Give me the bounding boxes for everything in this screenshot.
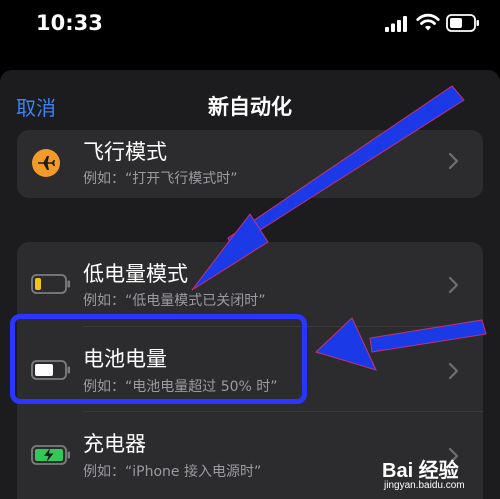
battery-icon: [31, 360, 70, 380]
baidu-jingyan-watermark: Bai 经验 jingyan.baidu.com: [380, 452, 496, 497]
status-bar: 10:33: [0, 0, 500, 52]
row-title: 充电器: [83, 432, 146, 456]
page-title: 新自动化: [208, 95, 292, 119]
list-item-low-power-mode[interactable]: 低电量模式 例如：“低电量模式已关闭时”: [17, 242, 483, 327]
row-title: 低电量模式: [83, 262, 188, 286]
row-subtitle: 例如：“电池电量超过 50% 时”: [83, 379, 278, 395]
wifi-icon: [416, 13, 440, 31]
chevron-right-icon: [448, 362, 459, 380]
row-title: 飞行模式: [83, 140, 167, 164]
cancel-button[interactable]: 取消: [16, 92, 56, 121]
row-subtitle: 例如：“iPhone 接入电源时”: [83, 464, 262, 480]
watermark-brand: Bai 经验: [382, 460, 459, 482]
low-battery-icon: [31, 274, 70, 294]
new-automation-sheet: 新自动化 取消 飞行模式 例如：“打开飞行模式时” 低电量模式 例如：“低电量模…: [0, 70, 500, 499]
battery-status-icon: [446, 14, 479, 32]
list-item-battery-level[interactable]: 电池电量 例如：“电池电量超过 50% 时”: [17, 327, 483, 412]
row-title: 电池电量: [83, 347, 167, 371]
airplane-icon: [32, 149, 60, 177]
chevron-right-icon: [448, 276, 459, 294]
status-time: 10:33: [36, 11, 103, 35]
list-item-airplane-mode[interactable]: 飞行模式 例如：“打开飞行模式时”: [17, 130, 483, 198]
row-subtitle: 例如：“低电量模式已关闭时”: [83, 293, 266, 309]
nav-bar: 新自动化 取消: [0, 70, 500, 136]
row-subtitle: 例如：“打开飞行模式时”: [83, 171, 238, 187]
charging-battery-icon: [31, 445, 70, 465]
settings-group-airplane: 飞行模式 例如：“打开飞行模式时”: [17, 130, 483, 198]
chevron-right-icon: [448, 152, 459, 170]
watermark-url: jingyan.baidu.com: [384, 480, 465, 491]
cellular-signal-icon: [385, 16, 407, 32]
